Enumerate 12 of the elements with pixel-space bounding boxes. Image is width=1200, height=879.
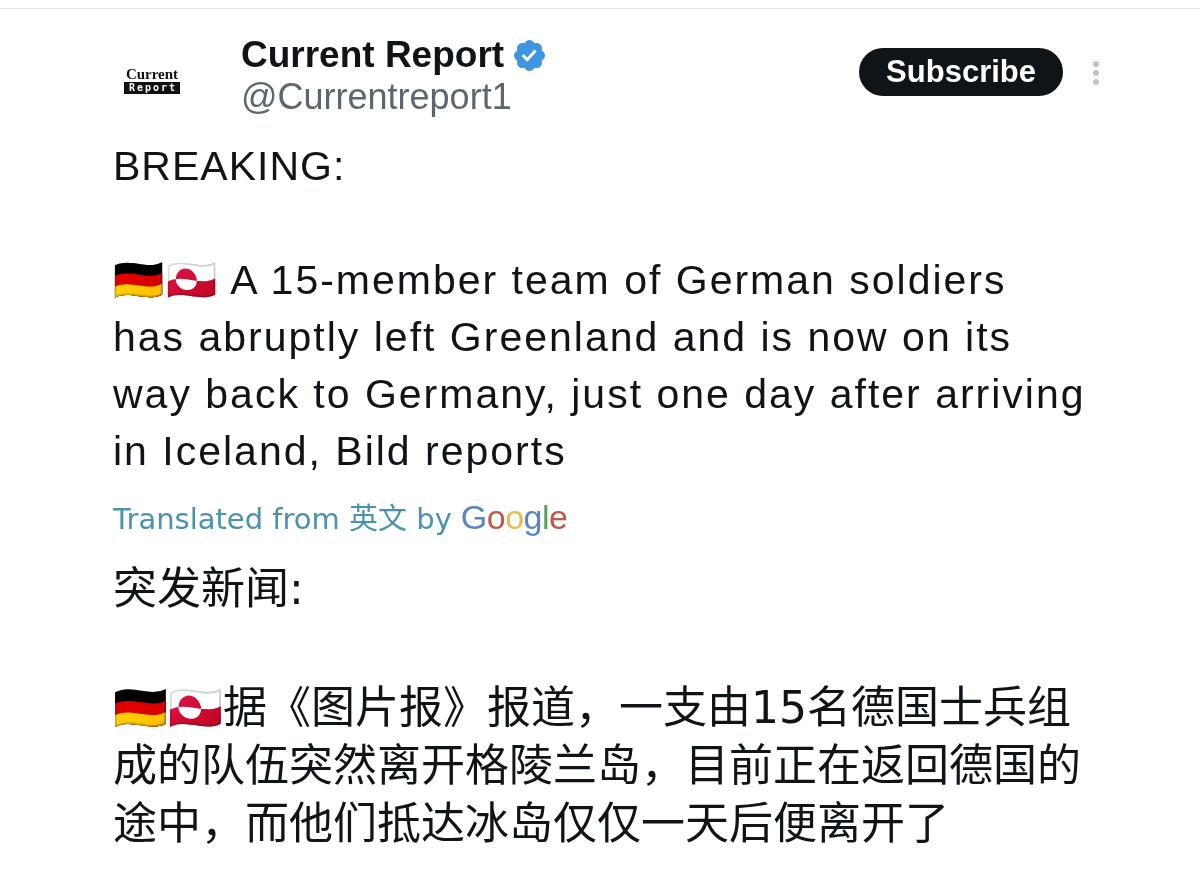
post-text: 🇩🇪🇬🇱 A 15-member team of German soldiers has abruptly left Greenland and is now on its way back to Germany, just one day after arriving in Iceland, Bild reports xyxy=(113,256,1087,476)
post-heading: BREAKING: xyxy=(113,142,347,191)
translation-note[interactable]: Translated from 英文 by xyxy=(113,499,452,539)
logo-banner: Report xyxy=(123,82,181,94)
translated-text: 🇩🇪🇬🇱据《图片报》报道，一支由15名德国士兵组成的队伍突然离开格陵兰岛，目前正在返回德国的途中，而他们抵达冰岛仅仅一天后便离开了 xyxy=(113,681,1082,851)
google-logo: Google xyxy=(460,497,568,537)
logo-wordmark: Current xyxy=(125,68,179,81)
translated-heading: 突发新闻: xyxy=(113,562,305,616)
account-handle[interactable]: @Currentreport1 xyxy=(241,76,512,118)
vertical-dots-icon[interactable] xyxy=(1092,60,1100,86)
account-name[interactable]: Current Report xyxy=(241,34,505,76)
subscribe-button[interactable]: Subscribe xyxy=(859,48,1063,96)
